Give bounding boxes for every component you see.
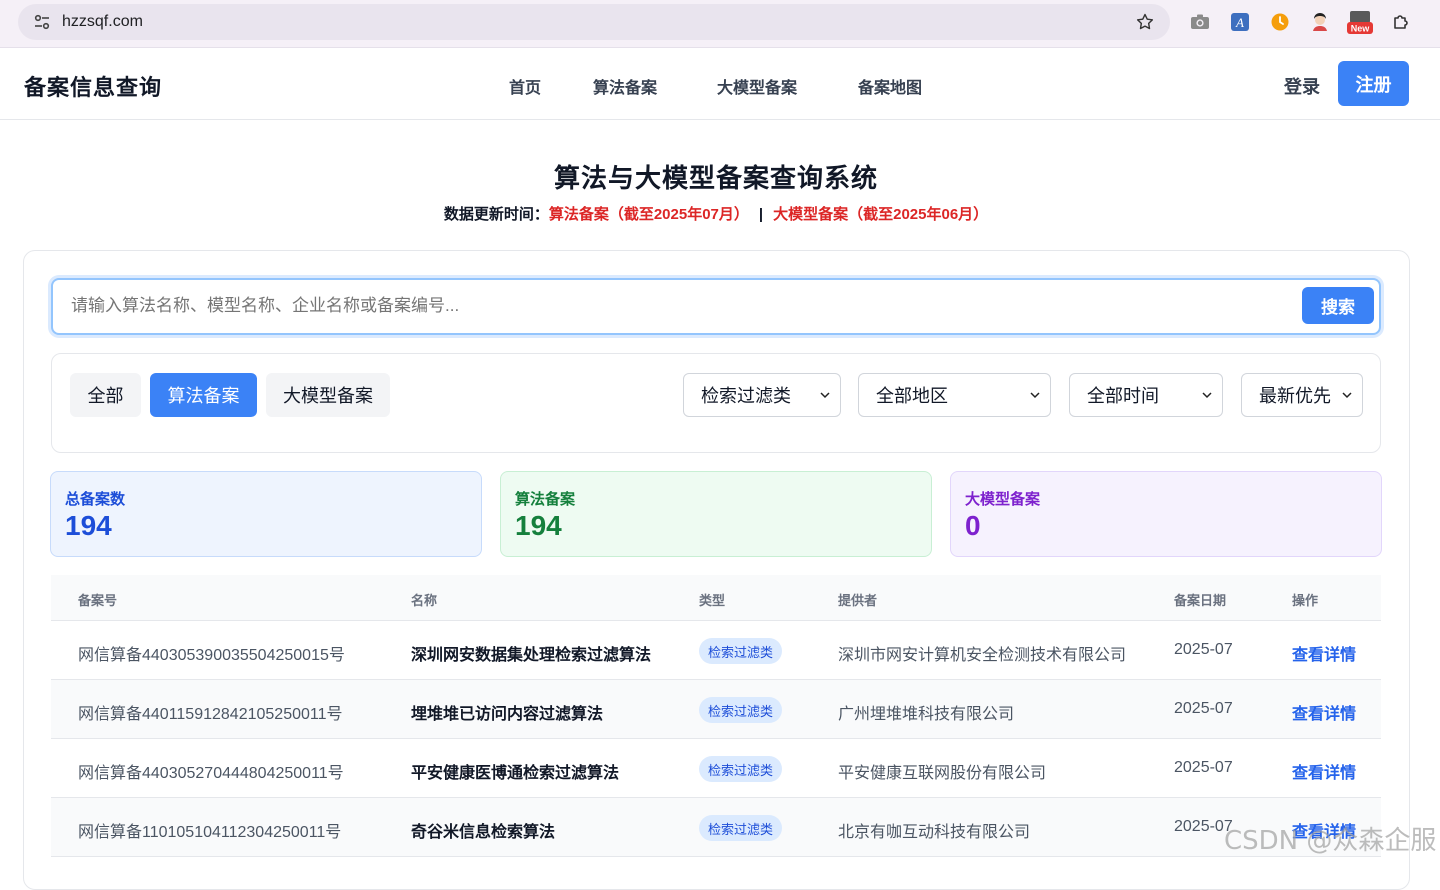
svg-text:A: A: [1235, 15, 1244, 30]
browser-toolbar: hzzsqf.com A New: [0, 0, 1440, 48]
page-title: 算法与大模型备案查询系统: [553, 163, 878, 193]
stat-total-value: 194: [65, 510, 112, 541]
new-badge-extension-icon[interactable]: New: [1346, 10, 1374, 34]
stat-algo-value: 194: [515, 510, 562, 541]
type-badge: 检索过滤类: [699, 638, 783, 664]
login-link[interactable]: 登录: [1284, 73, 1320, 99]
site-header: 备案信息查询 首页 算法备案 大模型备案 备案地图 登录 注册: [0, 48, 1440, 120]
tab-algorithm-filing[interactable]: 算法备案: [150, 373, 257, 417]
clock-extension-icon[interactable]: [1268, 10, 1292, 34]
filing-date: 2025-07: [1174, 700, 1233, 717]
search-input[interactable]: [71, 296, 1271, 316]
site-settings-icon[interactable]: [32, 12, 52, 32]
header-action: 操作: [1292, 593, 1319, 608]
stat-model-filings: 大模型备案 0: [950, 471, 1382, 557]
category-select[interactable]: 检索过滤类: [683, 373, 841, 417]
table-row: 网信算备440305390035504250015号 深圳网安数据集处理检索过滤…: [51, 621, 1381, 680]
algo-update-date: 算法备案（截至2025年07月）: [548, 206, 749, 223]
time-select-value: 全部时间: [1087, 386, 1159, 406]
header-type[interactable]: 类型: [699, 590, 725, 609]
model-update-date: 大模型备案（截至2025年06月）: [773, 206, 989, 223]
extensions-puzzle-icon[interactable]: [1389, 10, 1413, 34]
filing-name: 平安健康医博通检索过滤算法: [411, 765, 620, 782]
header-provider[interactable]: 提供者: [838, 590, 877, 609]
filing-name: 埋堆堆已访问内容过滤算法: [411, 706, 604, 723]
filing-table: 备案号 名称 类型 提供者 备案日期 操作 网信算备44030539003550…: [51, 575, 1381, 857]
site-logo[interactable]: 备案信息查询: [24, 70, 162, 102]
table-row: 网信算备110105104112304250011号 奇谷米信息检索算法 检索过…: [51, 798, 1381, 857]
region-select-value: 全部地区: [876, 386, 948, 406]
update-separator: |: [758, 206, 764, 223]
nav-home[interactable]: 首页: [509, 74, 541, 98]
stat-algo-label: 算法备案: [515, 491, 576, 508]
header-date[interactable]: 备案日期: [1174, 590, 1226, 609]
svg-text:New: New: [1351, 24, 1371, 34]
data-update-info: 数据更新时间：算法备案（截至2025年07月） | 大模型备案（截至2025年06月…: [0, 203, 1432, 224]
stat-model-value: 0: [965, 510, 981, 541]
view-details-link[interactable]: 查看详情: [1292, 759, 1356, 783]
filing-name: 奇谷米信息检索算法: [411, 824, 556, 841]
type-badge: 检索过滤类: [699, 756, 783, 782]
filing-date: 2025-07: [1174, 641, 1233, 658]
tab-all[interactable]: 全部: [70, 373, 141, 417]
nav-algorithm-filing[interactable]: 算法备案: [593, 74, 657, 98]
bookmark-star-icon[interactable]: [1134, 11, 1156, 33]
sort-select-value: 最新优先: [1259, 386, 1331, 406]
filing-id: 网信算备440305390035504250015号: [78, 647, 345, 664]
stat-model-label: 大模型备案: [965, 491, 1041, 508]
filing-name: 深圳网安数据集处理检索过滤算法: [411, 647, 652, 664]
category-select-value: 检索过滤类: [701, 386, 791, 406]
chevron-down-icon: [1202, 392, 1212, 399]
filing-id: 网信算备440115912842105250011号: [78, 706, 343, 723]
stat-total-filings: 总备案数 194: [50, 471, 482, 557]
address-bar[interactable]: hzzsqf.com: [18, 4, 1170, 40]
tab-model-filing[interactable]: 大模型备案: [266, 373, 390, 417]
filter-panel: 全部 算法备案 大模型备案 检索过滤类 全部地区 全部时间 最新优先: [51, 353, 1381, 453]
search-box: 搜索: [51, 278, 1381, 335]
region-select[interactable]: 全部地区: [858, 373, 1051, 417]
avatar-extension-icon[interactable]: [1308, 10, 1332, 34]
stat-algorithm-filings: 算法备案 194: [500, 471, 932, 557]
provider: 广州埋堆堆科技有限公司: [838, 706, 1015, 723]
camera-icon[interactable]: [1188, 10, 1212, 34]
chevron-down-icon: [1030, 392, 1040, 399]
translate-a-icon[interactable]: A: [1228, 10, 1252, 34]
view-details-link[interactable]: 查看详情: [1292, 641, 1356, 665]
filing-date: 2025-07: [1174, 759, 1233, 776]
sort-select[interactable]: 最新优先: [1241, 373, 1363, 417]
nav-filing-map[interactable]: 备案地图: [858, 74, 922, 98]
header-filing-id[interactable]: 备案号: [78, 590, 117, 609]
provider: 深圳市网安计算机安全检测技术有限公司: [838, 647, 1127, 664]
update-prefix: 数据更新时间：: [443, 206, 549, 223]
url-text[interactable]: hzzsqf.com: [62, 13, 1134, 31]
chevron-down-icon: [820, 392, 830, 399]
header-name[interactable]: 名称: [411, 590, 437, 609]
search-button[interactable]: 搜索: [1302, 287, 1374, 324]
register-button[interactable]: 注册: [1338, 61, 1409, 106]
view-details-link[interactable]: 查看详情: [1292, 700, 1356, 724]
stat-total-label: 总备案数: [65, 491, 126, 508]
csdn-watermark: CSDN @众森企服: [1224, 826, 1437, 856]
table-header: 备案号 名称 类型 提供者 备案日期 操作: [51, 575, 1381, 621]
provider: 平安健康互联网股份有限公司: [838, 765, 1047, 782]
nav-model-filing[interactable]: 大模型备案: [717, 74, 797, 98]
provider: 北京有咖互动科技有限公司: [838, 824, 1031, 841]
table-row: 网信算备440305270444804250011号 平安健康医博通检索过滤算法…: [51, 739, 1381, 798]
filing-id: 网信算备440305270444804250011号: [78, 765, 344, 782]
table-row: 网信算备440115912842105250011号 埋堆堆已访问内容过滤算法 …: [51, 680, 1381, 739]
chevron-down-icon: [1342, 392, 1352, 399]
type-badge: 检索过滤类: [699, 697, 783, 723]
filing-id: 网信算备110105104112304250011号: [78, 824, 342, 841]
time-select[interactable]: 全部时间: [1069, 373, 1223, 417]
type-badge: 检索过滤类: [699, 815, 783, 841]
